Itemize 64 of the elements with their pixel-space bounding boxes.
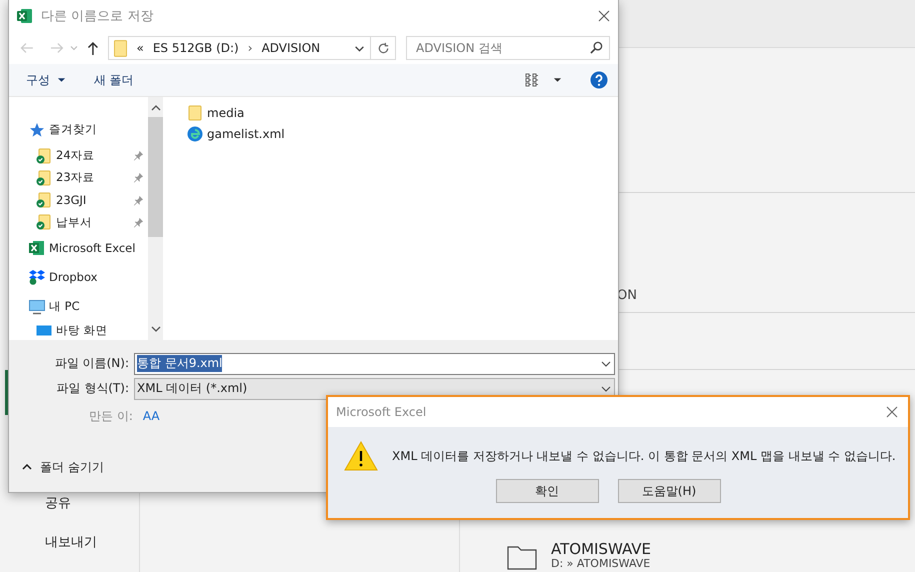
refresh-icon — [376, 42, 390, 54]
breadcrumb-item[interactable]: ADVISION — [262, 41, 320, 55]
excel-icon — [17, 8, 33, 24]
file-type-label: 파일 형식(T): — [55, 380, 130, 397]
close-icon[interactable] — [598, 10, 610, 22]
warning-icon — [344, 441, 378, 471]
chevron-down-icon[interactable] — [601, 384, 611, 394]
dropdown-arrow-icon — [56, 77, 66, 84]
folder-icon — [114, 40, 128, 56]
chevron-up-icon — [22, 464, 32, 470]
dialog-title: 다른 이름으로 저장 — [41, 8, 154, 25]
selection-indicator — [5, 370, 8, 415]
file-item[interactable]: media — [187, 105, 618, 121]
scroll-down-icon[interactable] — [150, 326, 160, 332]
file-item[interactable]: gamelist.xml — [187, 126, 618, 142]
recent-folder-path: D: » ATOMISWAVE — [551, 558, 652, 570]
search-icon — [590, 41, 603, 54]
folder-icon — [507, 544, 537, 570]
chevron-down-icon[interactable] — [601, 358, 611, 368]
scrollbar[interactable] — [148, 97, 163, 340]
dialog-button[interactable]: 도움말(H) — [618, 479, 720, 503]
breadcrumb-separator: › — [248, 41, 253, 55]
alert-message: XML 데이터를 저장하거나 내보낼 수 없습니다. 이 통합 문서의 XML 맵을 내보낼 수 없습니다. — [392, 448, 896, 464]
author-label: 만든 이: — [89, 408, 133, 424]
close-icon[interactable] — [886, 406, 898, 418]
backstage-nav-item[interactable]: 내보내기 — [0, 533, 97, 572]
dialog-button[interactable]: 확인 — [496, 479, 598, 503]
help-icon[interactable] — [590, 71, 608, 89]
refresh-button[interactable] — [371, 36, 396, 60]
navigation-item[interactable]: 바탕 화면 — [29, 322, 148, 340]
synced-folder-icon — [36, 170, 52, 186]
file-name-label: 파일 이름(N): — [54, 355, 130, 372]
dialog-title: Microsoft Excel — [336, 405, 426, 419]
address-bar[interactable]: « ES 512GB (D:) › ADVISION — [108, 36, 372, 60]
navigation-item[interactable]: 24자료 — [29, 144, 148, 167]
author-link[interactable]: AA — [142, 409, 160, 423]
excel-icon — [29, 240, 45, 256]
breadcrumb-item[interactable]: ES 512GB (D:) — [152, 41, 239, 55]
recent-folder-name[interactable]: ATOMISWAVE — [551, 540, 652, 558]
navigation-item[interactable]: 납부서 — [29, 211, 148, 234]
new-folder-button[interactable]: 새 폴더 — [94, 72, 134, 88]
synced-folder-icon — [36, 192, 52, 208]
search-field[interactable]: ADVISION 검색 — [406, 36, 610, 60]
breadcrumb-overflow[interactable]: « — [136, 41, 144, 55]
navigation-item[interactable]: 내 PC — [29, 292, 148, 322]
computer-icon — [29, 298, 45, 315]
dropbox-icon — [29, 269, 45, 286]
synced-folder-icon — [36, 148, 52, 164]
navigation-item[interactable]: 23GJI — [29, 188, 148, 212]
synced-folder-icon — [36, 214, 52, 230]
hide-folders-button[interactable]: 폴더 숨기기 — [9, 444, 104, 490]
navigation-item[interactable]: 23자료 — [29, 166, 148, 189]
backstage-nav-item[interactable]: 공유 — [0, 494, 71, 533]
file-name-field[interactable]: 통합 문서9.xml — [134, 352, 615, 374]
scrollbar-thumb[interactable] — [148, 117, 163, 237]
navigation-item[interactable]: 즐겨찾기 — [29, 115, 148, 144]
navigation-item[interactable]: Dropbox — [29, 262, 148, 292]
star-icon — [29, 122, 45, 138]
folder-icon — [187, 105, 203, 121]
scroll-up-icon[interactable] — [150, 105, 160, 111]
dropdown-arrow-icon[interactable] — [553, 77, 562, 83]
browser-document-icon — [187, 126, 203, 142]
navigation-item[interactable]: Microsoft Excel — [29, 233, 148, 263]
organize-menu-button[interactable]: 구성 — [26, 72, 66, 88]
